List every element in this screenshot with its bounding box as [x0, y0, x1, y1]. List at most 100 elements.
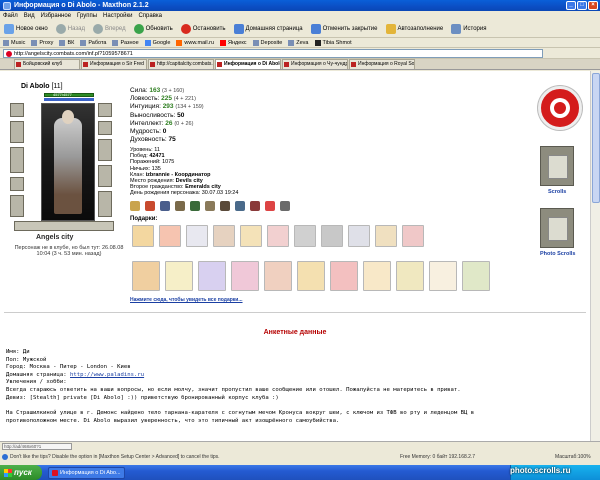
- home-button[interactable]: Домашняя страница: [232, 22, 305, 36]
- link-work[interactable]: Работа: [80, 39, 106, 46]
- menu-settings[interactable]: Настройки: [103, 13, 132, 19]
- tab-royal-sorcerer[interactable]: Информация о Royal Sorcerer: [349, 59, 415, 69]
- menu-help[interactable]: Справка: [138, 13, 162, 19]
- weapon-slot[interactable]: [10, 121, 24, 143]
- tab-strip: Бойцовский клуб Информация о Sir Fred ht…: [0, 59, 600, 70]
- minimize-button[interactable]: _: [566, 1, 576, 10]
- folder-icon: [112, 39, 119, 46]
- link-mail[interactable]: www.mail.ru: [176, 39, 214, 46]
- belt-slot[interactable]: [98, 165, 112, 187]
- link-zeva[interactable]: Zeva: [288, 39, 309, 46]
- sword-badge-icon[interactable]: [130, 201, 140, 211]
- maximize-button[interactable]: □: [577, 1, 587, 10]
- star-badge-icon[interactable]: [280, 201, 290, 211]
- close-button[interactable]: ×: [588, 1, 598, 10]
- helmet-slot[interactable]: [10, 103, 24, 117]
- page-content: Di Abolo [11] 4577/4577 Angels city Перс…: [0, 71, 590, 441]
- award-badge-icon[interactable]: [205, 201, 215, 211]
- gift-item[interactable]: [330, 261, 358, 291]
- tab-chu-chundrik[interactable]: Информация о Чу-чундрик: [282, 59, 348, 69]
- gift-item[interactable]: [321, 225, 343, 247]
- menu-view[interactable]: Вид: [24, 13, 35, 19]
- refresh-icon: [133, 23, 144, 34]
- sword-slot[interactable]: [10, 147, 24, 173]
- history-button[interactable]: История: [449, 22, 488, 36]
- menu-favorites[interactable]: Избранное: [41, 13, 71, 19]
- gift-item[interactable]: [462, 261, 490, 291]
- gift-item[interactable]: [186, 225, 208, 247]
- gift-item[interactable]: [402, 225, 424, 247]
- scrolls-label[interactable]: Scrolls: [548, 189, 566, 195]
- gift-item[interactable]: [231, 261, 259, 291]
- start-button[interactable]: пуск: [0, 465, 42, 480]
- folder-icon: [59, 39, 66, 46]
- earring-slot[interactable]: [98, 103, 112, 117]
- rose-badge-icon[interactable]: [265, 201, 275, 211]
- gift-item[interactable]: [132, 261, 160, 291]
- status-bar: http://ad/468x60?1 Don't like the tips? …: [0, 441, 600, 465]
- link-deposite[interactable]: Deposite: [252, 39, 282, 46]
- back-button[interactable]: Назад: [54, 22, 87, 36]
- gift-item[interactable]: [396, 261, 424, 291]
- boots-slot[interactable]: [98, 191, 112, 217]
- tower-badge-icon[interactable]: [220, 201, 230, 211]
- gem-badge-icon[interactable]: [235, 201, 245, 211]
- gift-item[interactable]: [267, 225, 289, 247]
- gift-item[interactable]: [264, 261, 292, 291]
- link-music[interactable]: Music: [3, 39, 25, 46]
- heart-badge-icon[interactable]: [250, 201, 260, 211]
- gift-item[interactable]: [429, 261, 457, 291]
- tab-capitalcity[interactable]: http://capitalcity.combats.com/z...: [148, 59, 214, 69]
- scroll-thumb[interactable]: [592, 73, 600, 203]
- clan-logo[interactable]: [538, 86, 582, 130]
- photo-scrolls-label[interactable]: Photo Scrolls: [540, 251, 575, 257]
- photo-scrolls-icon[interactable]: [540, 208, 574, 248]
- armor-slot[interactable]: [98, 139, 112, 161]
- start-label: пуск: [14, 468, 32, 477]
- link-misc[interactable]: Разное: [112, 39, 139, 46]
- ring-slot[interactable]: [10, 177, 24, 191]
- menu-file[interactable]: Файл: [3, 13, 18, 19]
- gift-item[interactable]: [240, 225, 262, 247]
- link-proxy[interactable]: Proxy: [31, 39, 53, 46]
- online-status: Персонаж не в клубе, но был тут: 26.08.0…: [14, 245, 124, 257]
- gloves-slot[interactable]: [10, 195, 24, 217]
- gift-item[interactable]: [348, 225, 370, 247]
- link-tibia[interactable]: Tibia Shmot: [314, 39, 352, 46]
- homepage-link[interactable]: http://www.paladins.ru: [70, 372, 144, 378]
- gift-item[interactable]: [213, 225, 235, 247]
- stop-button[interactable]: Остановить: [179, 22, 228, 36]
- gift-item[interactable]: [294, 225, 316, 247]
- link-vk[interactable]: ВК: [59, 39, 74, 46]
- amulet-slot[interactable]: [98, 121, 112, 135]
- scrolls-icon[interactable]: [540, 146, 574, 186]
- gift-item[interactable]: [159, 225, 181, 247]
- gift-item[interactable]: [375, 225, 397, 247]
- vertical-scrollbar[interactable]: [590, 71, 600, 441]
- character-panel: Di Abolo [11] 4577/4577 Angels city Перс…: [8, 81, 126, 266]
- zoom-level[interactable]: Масштаб:100%: [555, 454, 591, 460]
- forward-button[interactable]: Вперед: [91, 22, 128, 36]
- undo-close-button[interactable]: Отменить закрытие: [309, 22, 380, 36]
- gift-item[interactable]: [297, 261, 325, 291]
- tab-sir-fred[interactable]: Информация о Sir Fred: [81, 59, 147, 69]
- flame-badge-icon[interactable]: [145, 201, 155, 211]
- gift-item[interactable]: [165, 261, 193, 291]
- tab-di-abolo[interactable]: Информация о Di Abolo: [215, 59, 281, 69]
- link-google[interactable]: Google: [144, 39, 170, 46]
- tab-combats[interactable]: Бойцовский клуб: [14, 59, 80, 69]
- all-gifts-link[interactable]: Нажмите сюда, чтобы увидеть все подарки.…: [130, 297, 243, 303]
- refresh-button[interactable]: Обновить: [132, 22, 175, 36]
- castle-badge-icon[interactable]: [175, 201, 185, 211]
- url-input[interactable]: http://angelscity.combats.com/inf.pl?105…: [3, 48, 543, 58]
- shield-badge-icon[interactable]: [160, 201, 170, 211]
- new-window-button[interactable]: Новое окно: [2, 22, 50, 36]
- clan-badge-icon[interactable]: [190, 201, 200, 211]
- link-yandex[interactable]: Яндекс: [220, 39, 247, 46]
- gift-item[interactable]: [132, 225, 154, 247]
- gift-item[interactable]: [198, 261, 226, 291]
- taskbar-item-browser[interactable]: Информация о Di Abo...: [48, 466, 125, 479]
- menu-groups[interactable]: Группы: [77, 13, 97, 19]
- gift-item[interactable]: [363, 261, 391, 291]
- autofill-button[interactable]: Автозаполнение: [384, 22, 446, 36]
